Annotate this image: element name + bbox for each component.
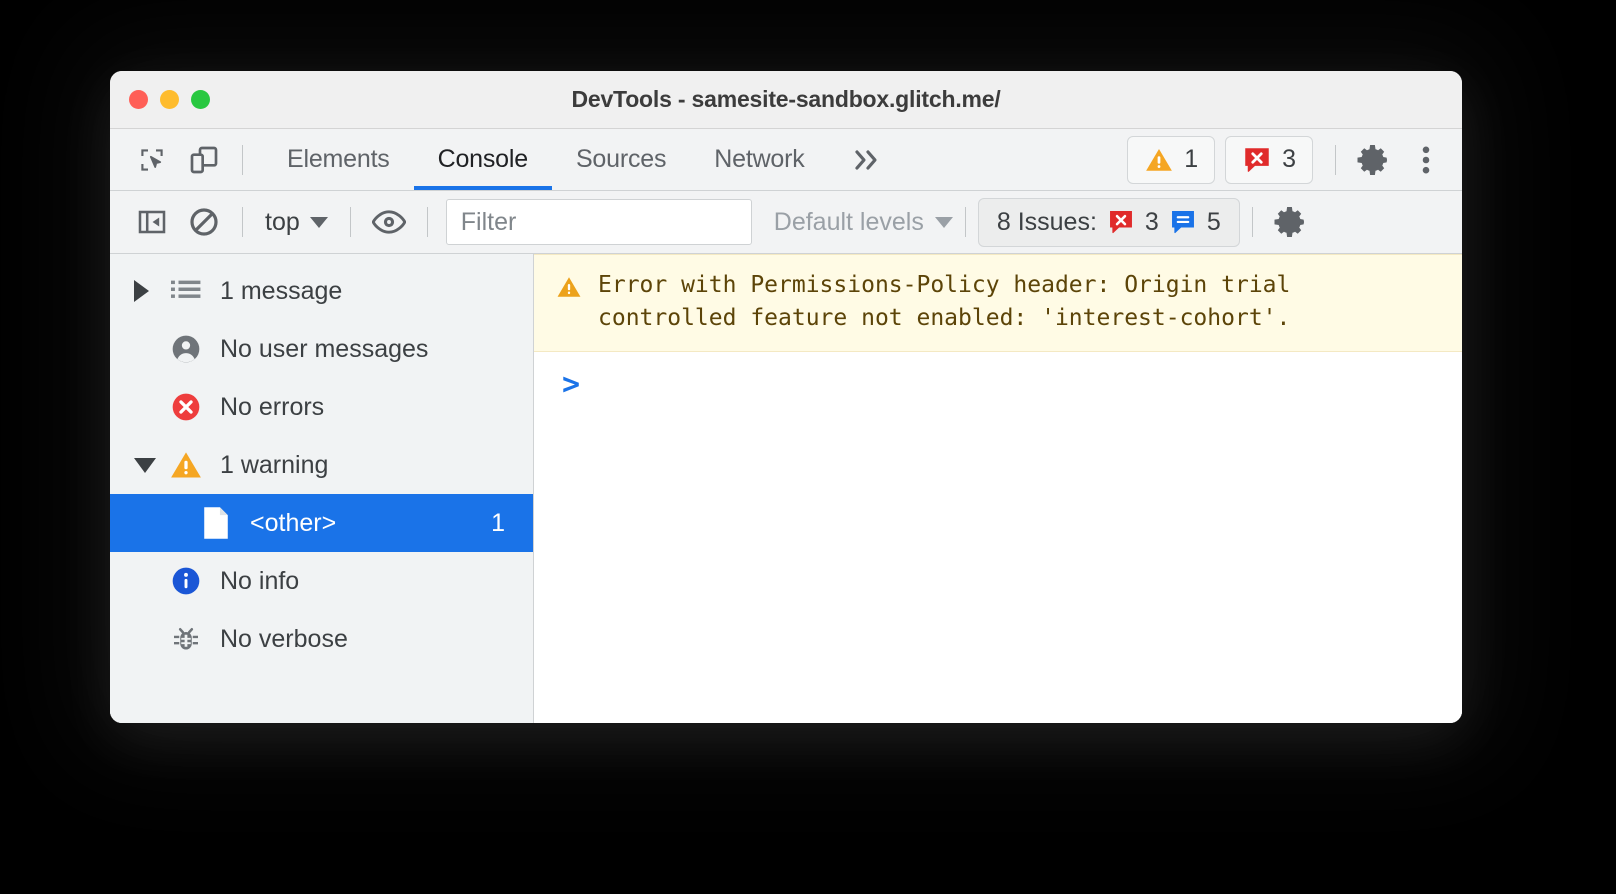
warning-count-value: 1 [1184, 145, 1199, 173]
warning-icon [164, 448, 208, 482]
console-output-pane: Error with Permissions-Policy header: Or… [534, 254, 1462, 723]
issues-info-count: 5 [1206, 207, 1221, 236]
sidebar-item-other[interactable]: <other> 1 [110, 494, 533, 552]
device-toolbar-icon[interactable] [178, 136, 230, 184]
tab-network[interactable]: Network [690, 129, 828, 190]
sidebar-item-label: 1 message [220, 276, 343, 305]
list-icon [164, 278, 208, 304]
toolbar-divider [242, 144, 243, 175]
log-levels-label: Default levels [773, 207, 924, 236]
sidebar-item-user-messages[interactable]: No user messages [110, 320, 533, 378]
error-count-button[interactable]: 3 [1225, 135, 1313, 184]
sidebar-item-messages[interactable]: 1 message [110, 262, 533, 320]
prompt-caret-icon: > [562, 367, 581, 402]
filterbar-divider-1 [242, 207, 243, 237]
console-prompt[interactable]: > [534, 352, 1462, 400]
console-empty-area[interactable] [534, 400, 1462, 723]
chevron-down-icon [309, 216, 328, 228]
gear-icon[interactable] [1348, 136, 1400, 184]
file-icon [194, 506, 238, 540]
maximize-window-button[interactable] [191, 90, 210, 109]
sidebar-item-label: No verbose [220, 624, 348, 653]
sidebar-item-count: 1 [491, 508, 505, 537]
bug-icon [164, 624, 208, 654]
sidebar-item-verbose[interactable]: No verbose [110, 610, 533, 668]
error-icon [164, 391, 208, 423]
console-filterbar: top Filter Default levels 8 Issues: 3 5 [110, 191, 1462, 254]
minimize-window-button[interactable] [160, 90, 179, 109]
console-sidebar-icon[interactable] [126, 198, 178, 246]
filterbar-divider-3 [426, 207, 428, 237]
filterbar-divider-4 [964, 207, 966, 237]
devtools-window: DevTools - samesite-sandbox.glitch.me/ E… [110, 71, 1462, 723]
inspect-element-icon[interactable] [126, 136, 178, 184]
screenshot-root: DevTools - samesite-sandbox.glitch.me/ E… [0, 0, 1616, 894]
sidebar-item-label: <other> [250, 508, 337, 537]
twisty-collapsed-icon[interactable] [134, 280, 164, 302]
devtools-tabbar: Elements Console Sources Network 1 3 [110, 129, 1462, 191]
tab-console-label: Console [437, 145, 529, 173]
sidebar-item-label: No user messages [220, 334, 429, 363]
more-vertical-icon[interactable] [1400, 136, 1452, 184]
info-icon [164, 565, 208, 597]
console-warning-text: Error with Permissions-Policy header: Or… [598, 272, 1291, 331]
issues-error-count: 3 [1144, 207, 1159, 236]
more-tabs-button[interactable] [829, 147, 907, 173]
filterbar-divider-2 [349, 207, 351, 237]
tab-elements-label: Elements [287, 145, 390, 173]
traffic-lights [129, 90, 210, 109]
sidebar-item-label: No errors [220, 392, 325, 421]
tab-elements[interactable]: Elements [263, 129, 414, 190]
issues-label: 8 Issues: [996, 207, 1097, 236]
warning-triangle-icon [1146, 148, 1173, 171]
sidebar-item-info[interactable]: No info [110, 552, 533, 610]
log-levels-select[interactable]: Default levels [774, 208, 953, 237]
clear-console-icon[interactable] [178, 198, 230, 246]
twisty-expanded-icon[interactable] [134, 457, 164, 473]
filterbar-divider-5 [1251, 207, 1253, 237]
chevron-down-icon [934, 216, 953, 228]
filter-placeholder: Filter [460, 207, 517, 236]
filter-input[interactable]: Filter [445, 199, 752, 245]
issues-info-icon [1171, 211, 1194, 234]
tab-console[interactable]: Console [413, 129, 553, 190]
error-bubble-icon [1245, 147, 1269, 172]
sidebar-item-warnings[interactable]: 1 warning [110, 436, 533, 494]
execution-context-label: top [265, 207, 300, 236]
sidebar-item-label: No info [220, 566, 300, 595]
panel-tabs: Elements Console Sources Network [263, 129, 829, 190]
tab-sources[interactable]: Sources [552, 129, 690, 190]
error-count-value: 3 [1282, 145, 1296, 173]
issues-error-icon [1109, 211, 1132, 234]
user-icon [164, 333, 208, 365]
sidebar-item-label: 1 warning [220, 450, 329, 479]
console-warning-message[interactable]: Error with Permissions-Policy header: Or… [534, 254, 1462, 352]
execution-context-select[interactable]: top [255, 208, 338, 237]
tab-sources-label: Sources [575, 145, 667, 173]
sidebar-item-errors[interactable]: No errors [110, 378, 533, 436]
console-sidebar: 1 message No user messages No errors 1 w… [110, 254, 534, 723]
warning-count-button[interactable]: 1 [1127, 135, 1216, 184]
console-body: 1 message No user messages No errors 1 w… [110, 254, 1462, 723]
issues-button[interactable]: 8 Issues: 3 5 [977, 197, 1240, 247]
close-window-button[interactable] [129, 90, 148, 109]
window-titlebar: DevTools - samesite-sandbox.glitch.me/ [110, 71, 1462, 129]
tab-network-label: Network [714, 145, 805, 173]
gear-icon[interactable] [1265, 198, 1317, 246]
tabbar-right-divider [1335, 144, 1336, 175]
window-title: DevTools - samesite-sandbox.glitch.me/ [571, 86, 1001, 112]
live-expression-icon[interactable] [363, 198, 415, 246]
warning-icon [552, 273, 586, 301]
